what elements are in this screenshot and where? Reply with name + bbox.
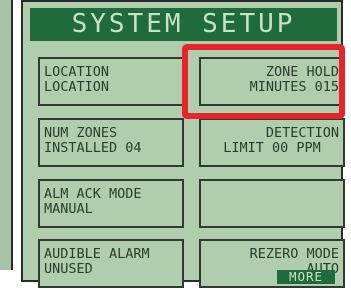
screenshot-frame: SYSTEM SETUP LOCATION LOCATION ZONE HOLD…: [0, 0, 351, 290]
audible-alarm-button[interactable]: AUDIBLE ALARM UNUSED: [38, 239, 184, 288]
zone-hold-button-label: ZONE HOLD: [265, 64, 339, 80]
audible-alarm-button-value: UNUSED: [44, 261, 93, 277]
rezero-mode-button-label: REZERO MODE: [249, 246, 339, 262]
location-button[interactable]: LOCATION LOCATION: [38, 57, 184, 106]
screen-title: SYSTEM SETUP: [30, 8, 337, 41]
alm-ack-mode-button-value: MANUAL: [44, 201, 93, 217]
empty-button[interactable]: [199, 179, 345, 228]
zone-hold-button[interactable]: ZONE HOLD MINUTES 015: [199, 57, 345, 106]
detection-limit-button-label: DETECTION: [265, 125, 339, 141]
detection-limit-button-value: LIMIT 00 PPM: [223, 140, 321, 156]
location-button-label: LOCATION: [44, 64, 110, 80]
num-zones-button-label: NUM ZONES: [44, 125, 118, 141]
system-setup-screen: SYSTEM SETUP LOCATION LOCATION ZONE HOLD…: [21, 0, 345, 288]
more-button[interactable]: MORE: [277, 270, 335, 284]
alm-ack-mode-button[interactable]: ALM ACK MODE MANUAL: [38, 179, 184, 228]
detection-limit-button[interactable]: DETECTION LIMIT 00 PPM: [199, 118, 345, 167]
audible-alarm-button-label: AUDIBLE ALARM: [44, 246, 150, 262]
num-zones-button[interactable]: NUM ZONES INSTALLED 04: [38, 118, 184, 167]
num-zones-button-value: INSTALLED 04: [44, 140, 142, 156]
adjacent-screen-edge: [0, 0, 13, 270]
alm-ack-mode-button-label: ALM ACK MODE: [44, 186, 142, 202]
location-button-value: LOCATION: [44, 79, 110, 95]
zone-hold-button-value: MINUTES 015: [249, 79, 339, 95]
